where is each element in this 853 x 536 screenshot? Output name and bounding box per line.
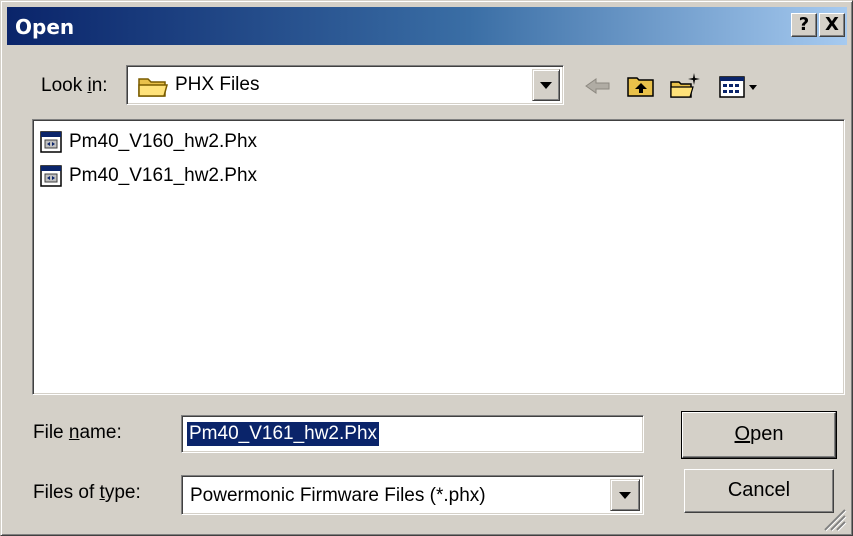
file-type-label: Files of type: [33, 482, 141, 503]
title-bar[interactable]: Open ? X [7, 7, 847, 45]
look-in-label: Look in: [41, 75, 108, 96]
look-in-dropdown-button[interactable] [532, 69, 560, 101]
look-in-value: PHX Files [175, 74, 260, 95]
view-menu-icon[interactable] [717, 71, 765, 101]
cancel-button[interactable]: Cancel [684, 469, 834, 513]
file-type-combo[interactable]: Powermonic Firmware Files (*.phx) [181, 475, 644, 515]
open-dialog: Open ? X Look in: PHX Files Pm40_V160_hw… [0, 0, 853, 536]
file-name: Pm40_V161_hw2.Phx [69, 165, 258, 186]
file-name-label: File name: [33, 422, 122, 443]
help-button[interactable]: ? [791, 13, 817, 37]
file-type-value: Powermonic Firmware Files (*.phx) [190, 485, 486, 506]
file-type-dropdown-button[interactable] [610, 479, 640, 511]
phx-file-icon [40, 165, 62, 187]
file-name-input[interactable]: Pm40_V161_hw2.Phx [181, 415, 644, 453]
file-list[interactable]: Pm40_V160_hw2.Phx Pm40_V161_hw2.Phx [32, 119, 845, 395]
new-folder-icon[interactable] [669, 71, 701, 101]
open-button[interactable]: Open [681, 411, 837, 459]
phx-file-icon [40, 131, 62, 153]
folder-icon [138, 78, 168, 97]
look-in-combo[interactable]: PHX Files [126, 65, 564, 105]
window-title: Open [15, 15, 75, 39]
file-name: Pm40_V160_hw2.Phx [69, 131, 258, 152]
close-button[interactable]: X [819, 13, 845, 37]
resize-grip-icon[interactable] [821, 506, 847, 532]
file-name-value: Pm40_V161_hw2.Phx [187, 422, 380, 446]
back-arrow-icon[interactable] [582, 71, 614, 101]
up-one-level-icon[interactable] [625, 71, 657, 101]
